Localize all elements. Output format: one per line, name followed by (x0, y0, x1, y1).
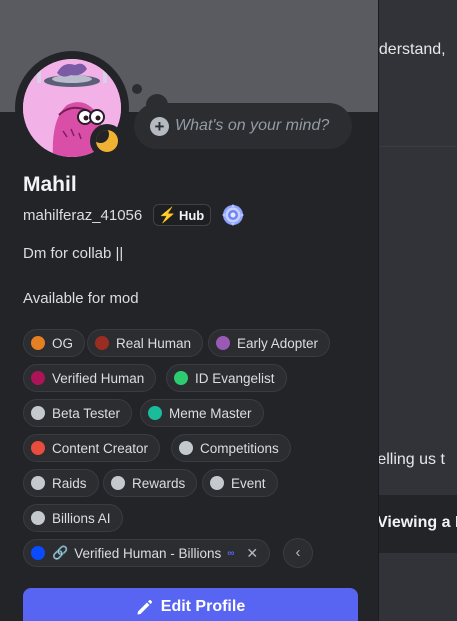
role-label: Meme Master (169, 405, 252, 421)
role-color-dot (148, 406, 162, 420)
role-color-dot (31, 336, 45, 350)
role-color-dot (31, 406, 45, 420)
thought-bubble-dot (132, 84, 142, 94)
link-icon: 🔗 (52, 545, 69, 560)
username[interactable]: mahilferaz_41056 (23, 207, 142, 224)
role-label: ID Evangelist (195, 370, 275, 386)
lightning-icon: ⚡ (158, 207, 177, 224)
idle-status-icon (96, 130, 118, 152)
role-chip[interactable]: Early Adopter (208, 329, 331, 357)
chat-message-fragment: nderstand, (370, 41, 446, 58)
nitro-badge-icon[interactable] (221, 203, 245, 227)
role-label: Content Creator (52, 440, 149, 456)
role-color-dot (31, 441, 45, 455)
role-chip[interactable]: Billions AI (23, 504, 123, 532)
role-chip[interactable]: Event (202, 469, 278, 497)
close-icon[interactable]: ✕ (246, 545, 258, 562)
role-label: Real Human (116, 335, 192, 351)
role-label: Verified Human (52, 370, 145, 386)
user-profile-popout: + What's on your mind? Mahil mahilferaz_… (0, 0, 379, 621)
role-color-dot (216, 336, 230, 350)
role-chip[interactable]: Verified Human (23, 364, 157, 392)
custom-status-bubble[interactable]: + What's on your mind? (134, 103, 352, 149)
edit-profile-button[interactable]: Edit Profile (23, 588, 358, 621)
role-chip[interactable]: OG (23, 329, 86, 357)
role-emoji-icon: ∞ (227, 547, 235, 559)
bio-line: Available for mod (23, 290, 139, 307)
role-label: Rewards (132, 475, 186, 491)
display-name[interactable]: Mahil (23, 173, 77, 197)
role-color-dot (31, 476, 45, 490)
viewing-banner-label: Viewing a R (377, 514, 457, 531)
plus-icon: + (150, 116, 169, 136)
role-chip[interactable]: Meme Master (140, 399, 264, 427)
role-label: Raids (52, 475, 87, 491)
role-chip[interactable]: Rewards (103, 469, 198, 497)
role-chip-linked[interactable]: 🔗 Verified Human - Billions ∞ ✕ (23, 539, 271, 567)
role-chip[interactable]: Real Human (87, 329, 204, 357)
bio-line: Dm for collab || (23, 245, 124, 262)
custom-status-placeholder: What's on your mind? (175, 117, 330, 134)
role-color-dot (31, 511, 45, 525)
role-chip[interactable]: Competitions (171, 434, 291, 462)
guild-tag-label: Hub (178, 207, 205, 223)
role-chip[interactable]: Content Creator (23, 434, 161, 462)
role-color-dot (210, 476, 224, 490)
edit-profile-label: Edit Profile (160, 598, 246, 615)
role-chip[interactable]: Raids (23, 469, 99, 497)
role-color-dot (174, 371, 188, 385)
username-row: mahilferaz_41056 ⚡ Hub (23, 202, 245, 228)
role-color-dot (31, 546, 45, 560)
role-label: Event (231, 475, 266, 491)
role-label: Billions AI (52, 510, 111, 526)
role-color-dot (111, 476, 125, 490)
role-color-dot (179, 441, 193, 455)
role-label: OG (52, 335, 74, 351)
role-chip[interactable]: Beta Tester (23, 399, 133, 427)
role-chip[interactable]: ID Evangelist (166, 364, 287, 392)
pencil-icon (137, 599, 152, 615)
role-label: Early Adopter (237, 335, 319, 351)
guild-tag-badge[interactable]: ⚡ Hub (153, 204, 212, 226)
collapse-roles-button[interactable]: ‹ (283, 538, 313, 568)
role-color-dot (31, 371, 45, 385)
role-label: Beta Tester (52, 405, 121, 421)
role-label: Verified Human - Billions (74, 545, 222, 561)
role-color-dot (95, 336, 109, 350)
role-label: Competitions (200, 440, 279, 456)
